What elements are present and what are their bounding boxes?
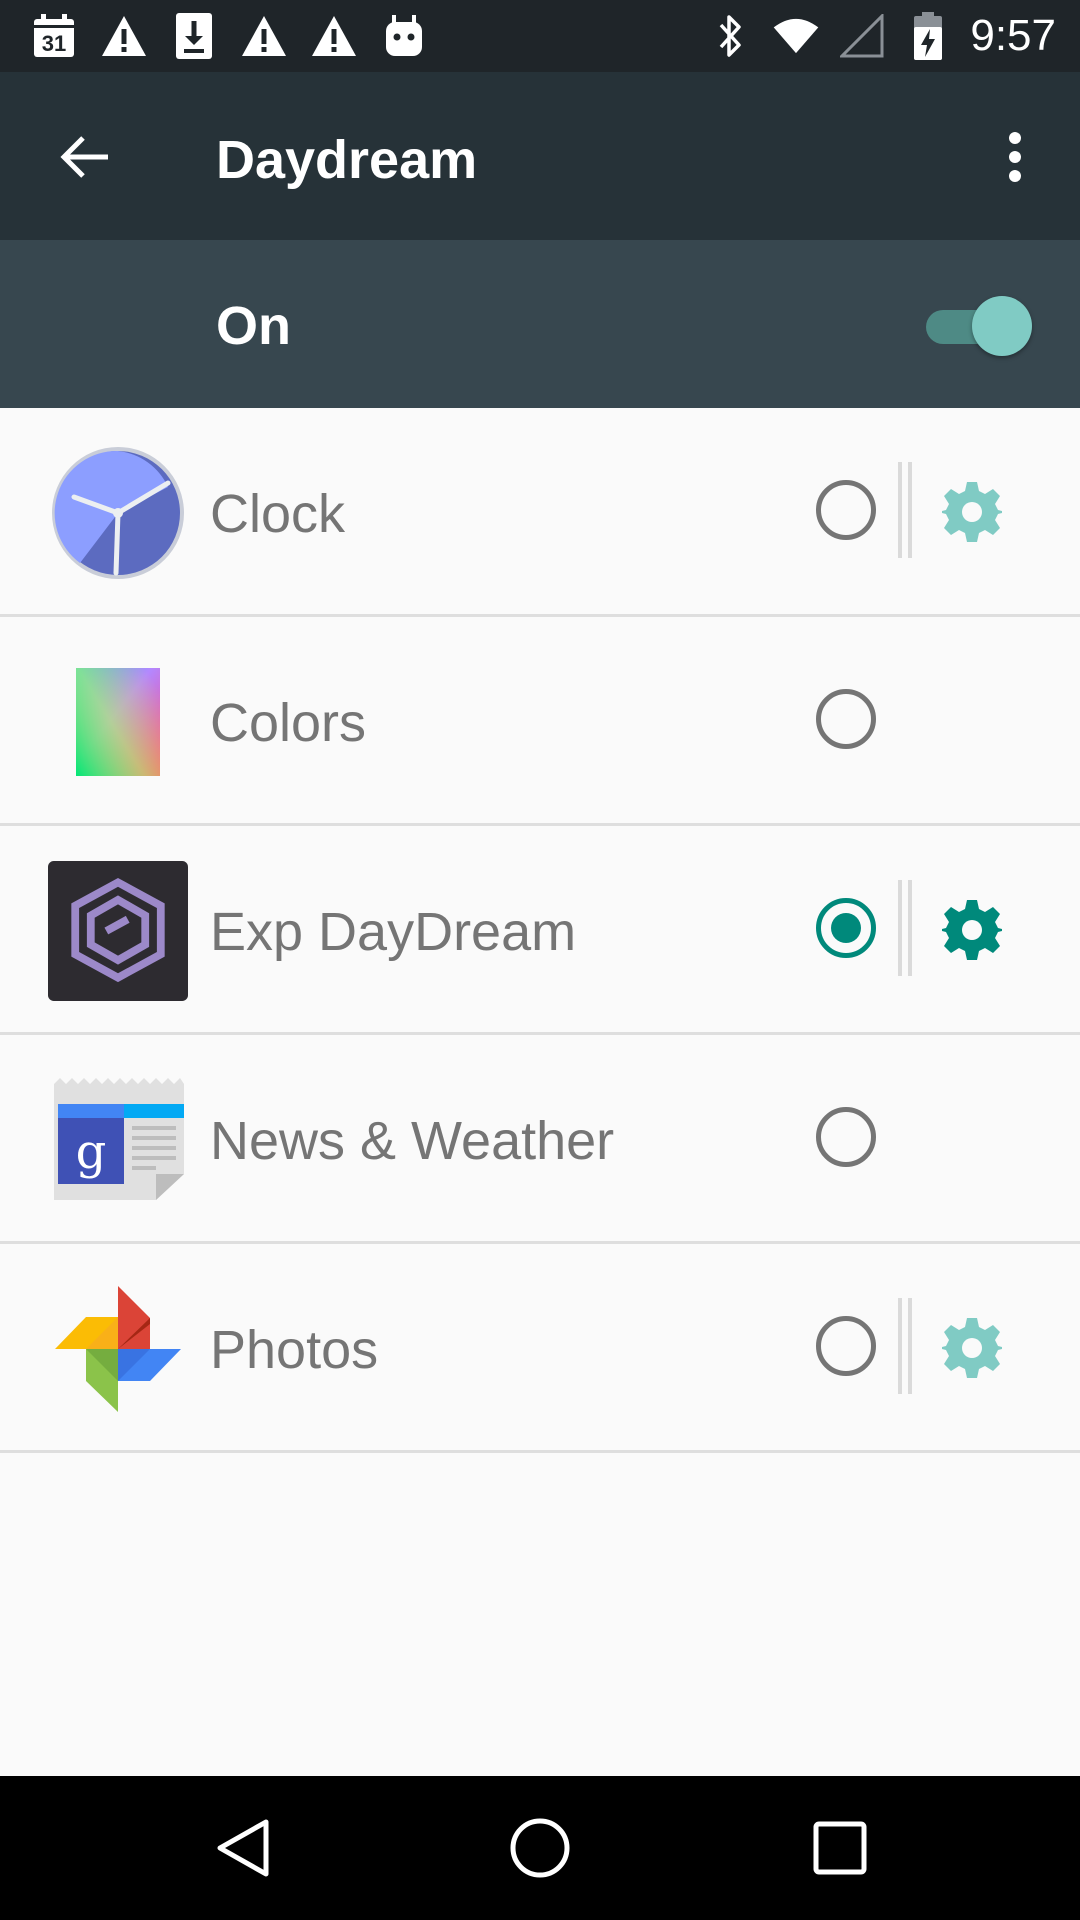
settings-gear-icon[interactable] xyxy=(940,480,1004,544)
settings-gear-icon[interactable] xyxy=(940,898,1004,962)
list-item-exp-daydream[interactable]: Exp DayDream xyxy=(0,826,1080,1035)
calendar-icon: 31 xyxy=(30,12,78,60)
vertical-divider xyxy=(898,1298,912,1394)
arrow-back-icon xyxy=(60,136,108,178)
list-item-label: Exp DayDream xyxy=(210,902,577,962)
app-bar: Daydream xyxy=(0,72,1080,240)
warning-icon xyxy=(240,12,288,60)
recents-square-icon xyxy=(813,1821,867,1875)
daydream-toggle[interactable] xyxy=(920,296,1032,356)
radio-button-selected[interactable] xyxy=(816,898,876,958)
warning-icon xyxy=(100,12,148,60)
master-switch-label: On xyxy=(216,296,291,356)
daydream-list: Clock Colors Exp DayDream g News & Weath… xyxy=(0,408,1080,1453)
signal-icon xyxy=(838,12,886,60)
home-circle-icon xyxy=(510,1818,570,1878)
nav-back-button[interactable] xyxy=(202,1808,282,1888)
more-vert-icon xyxy=(1009,132,1021,182)
page-title: Daydream xyxy=(216,130,478,190)
system-status: 9:57 xyxy=(706,10,1056,62)
list-item-label: Clock xyxy=(210,484,346,544)
list-item-colors[interactable]: Colors xyxy=(0,617,1080,826)
exp-daydream-icon xyxy=(48,861,188,1001)
radio-button[interactable] xyxy=(816,1316,876,1376)
notification-icons: 31 xyxy=(30,12,428,60)
back-triangle-icon xyxy=(217,1819,269,1877)
warning-icon xyxy=(310,12,358,60)
list-item-clock[interactable]: Clock xyxy=(0,408,1080,617)
colors-icon xyxy=(48,652,188,792)
news-weather-icon: g xyxy=(48,1070,188,1210)
settings-gear-icon[interactable] xyxy=(940,1316,1004,1380)
bluetooth-icon xyxy=(706,12,754,60)
clock-icon xyxy=(48,443,188,583)
svg-text:g: g xyxy=(76,1124,107,1180)
radio-button[interactable] xyxy=(816,1107,876,1167)
back-button[interactable] xyxy=(50,122,120,192)
list-item-news-weather[interactable]: g News & Weather xyxy=(0,1035,1080,1244)
more-options-button[interactable] xyxy=(980,122,1050,192)
calendar-day-text: 31 xyxy=(42,31,66,56)
nav-home-button[interactable] xyxy=(500,1808,580,1888)
wifi-icon xyxy=(772,12,820,60)
list-item-label: News & Weather xyxy=(210,1111,615,1171)
nav-recents-button[interactable] xyxy=(800,1808,880,1888)
status-bar: 31 9:57 xyxy=(0,0,1080,72)
download-icon xyxy=(170,12,218,60)
vertical-divider xyxy=(898,880,912,976)
list-item-label: Colors xyxy=(210,693,367,753)
clock-time: 9:57 xyxy=(970,11,1056,60)
list-item-label: Photos xyxy=(210,1320,379,1380)
photos-icon xyxy=(48,1279,188,1419)
android-icon xyxy=(380,12,428,60)
navigation-bar xyxy=(0,1776,1080,1920)
battery-charging-icon xyxy=(904,12,952,60)
radio-button[interactable] xyxy=(816,689,876,749)
vertical-divider xyxy=(898,462,912,558)
toggle-thumb xyxy=(972,296,1032,356)
list-item-photos[interactable]: Photos xyxy=(0,1244,1080,1453)
radio-button[interactable] xyxy=(816,480,876,540)
master-switch-bar[interactable]: On xyxy=(0,240,1080,408)
